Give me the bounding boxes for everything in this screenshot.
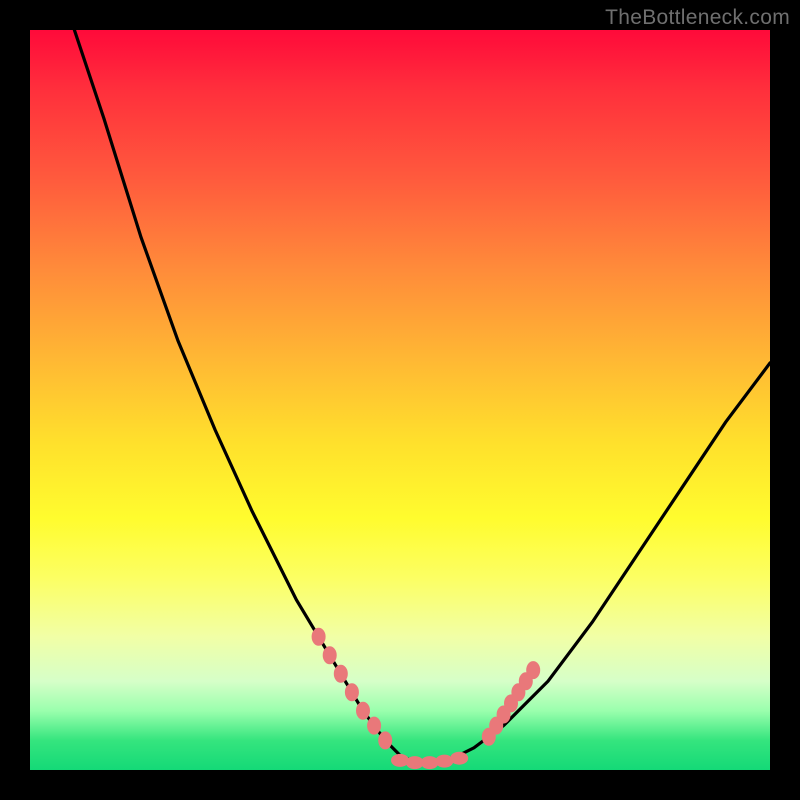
curve-marker	[367, 717, 381, 735]
plot-area	[30, 30, 770, 770]
curve-marker	[450, 752, 468, 765]
curve-marker	[345, 683, 359, 701]
curve-svg	[30, 30, 770, 770]
curve-marker	[334, 665, 348, 683]
curve-marker	[356, 702, 370, 720]
bottleneck-curve	[74, 30, 770, 763]
chart-frame: TheBottleneck.com	[0, 0, 800, 800]
curve-markers	[312, 628, 541, 769]
curve-marker	[312, 628, 326, 646]
curve-marker	[378, 731, 392, 749]
watermark-text: TheBottleneck.com	[605, 6, 790, 30]
curve-marker	[526, 661, 540, 679]
curve-marker	[391, 754, 409, 767]
curve-marker	[323, 646, 337, 664]
